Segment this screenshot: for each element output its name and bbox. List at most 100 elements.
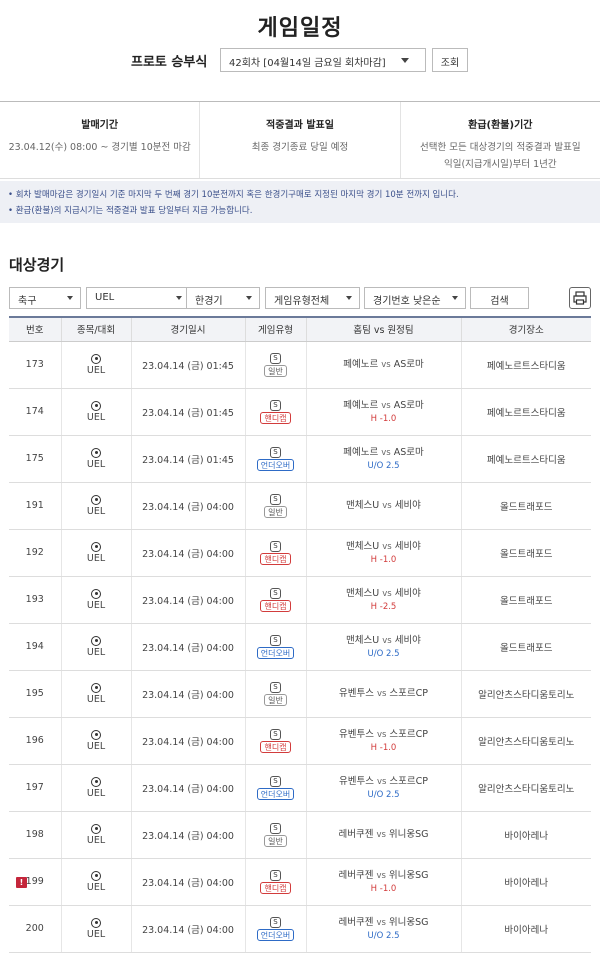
game-type-cell: S 일반 <box>245 482 307 530</box>
match-cell[interactable]: 맨체스U vs 세비야 H -2.5 <box>306 576 462 624</box>
sport-filter[interactable]: 축구 <box>9 287 81 309</box>
home-team: 맨체스U <box>346 587 380 599</box>
table-row[interactable]: 173 UEL 23.04.14 (금) 01:45 S 일반 페예노르 vs AS로마 페예노… <box>9 341 591 389</box>
sport-filter-value: 축구 <box>18 296 37 307</box>
game-type-cell: S 핸디캡 <box>245 529 307 577</box>
mode-filter[interactable]: 한경기 <box>186 287 260 309</box>
chevron-down-icon <box>176 296 182 300</box>
away-team: 스포르CP <box>389 775 429 787</box>
match-cell[interactable]: 맨체스U vs 세비야 <box>306 482 462 530</box>
info-result-date: 적중결과 발표일 최종 경기종료 당일 예정 <box>200 102 401 178</box>
date-cell: 23.04.14 (금) 04:00 <box>131 529 246 577</box>
table-row[interactable]: 196 UEL 23.04.14 (금) 04:00 S 핸디캡 유벤투스 vs 스포르CP H… <box>9 717 591 765</box>
soccer-ball-icon <box>91 494 101 505</box>
chevron-down-icon <box>67 296 73 300</box>
table-row[interactable]: ! 199 UEL 23.04.14 (금) 04:00 S 핸디캡 레버쿠젠 vs 위니옹SG… <box>9 858 591 906</box>
line-value: H -2.5 <box>370 601 397 612</box>
s-badge-icon: S <box>270 352 281 364</box>
match-cell[interactable]: 유벤투스 vs 스포르CP <box>306 670 462 718</box>
search-round-button[interactable]: 조회 <box>432 48 468 72</box>
date-cell: 23.04.14 (금) 04:00 <box>131 811 246 859</box>
game-number: 198 <box>25 829 44 840</box>
print-button[interactable] <box>569 287 591 309</box>
game-type-cell: S 일반 <box>245 811 307 859</box>
table-row[interactable]: 198 UEL 23.04.14 (금) 04:00 S 일반 레버쿠젠 vs 위니옹SG 바이… <box>9 811 591 859</box>
info-heading: 발매기간 <box>81 120 119 131</box>
game-number: 200 <box>25 923 44 934</box>
sort-filter[interactable]: 경기번호 낮은순 <box>364 287 466 309</box>
away-team: AS로마 <box>393 358 424 370</box>
vs-label: vs <box>381 400 391 411</box>
league-name: UEL <box>86 364 106 376</box>
chevron-down-icon <box>452 296 458 300</box>
game-type-badge: 일반 <box>264 364 287 377</box>
notice-line: • 회차 발매마감은 경기일시 기준 마지막 두 번째 경기 10분전까지 혹은… <box>8 190 459 200</box>
league-name: UEL <box>86 787 106 799</box>
away-team: 위니옹SG <box>388 869 429 881</box>
match-cell[interactable]: 유벤투스 vs 스포르CP U/O 2.5 <box>306 764 462 812</box>
vs-label: vs <box>376 829 386 840</box>
league-cell: UEL <box>61 435 132 483</box>
away-team: 스포르CP <box>389 687 429 699</box>
match-cell[interactable]: 페예노르 vs AS로마 <box>306 341 462 389</box>
soccer-ball-icon <box>91 776 101 787</box>
table-row[interactable]: 192 UEL 23.04.14 (금) 04:00 S 핸디캡 맨체스U vs 세비야 H -… <box>9 529 591 577</box>
venue-cell: 알리안츠스타디움토리노 <box>461 717 591 765</box>
match-cell[interactable]: 레버쿠젠 vs 위니옹SG H -1.0 <box>306 858 462 906</box>
venue-cell: 바이아레나 <box>461 858 591 906</box>
match-cell[interactable]: 페예노르 vs AS로마 U/O 2.5 <box>306 435 462 483</box>
game-number: 173 <box>25 359 44 370</box>
table-row[interactable]: 193 UEL 23.04.14 (금) 04:00 S 핸디캡 맨체스U vs 세비야 H -… <box>9 576 591 624</box>
home-team: 유벤투스 <box>338 775 374 787</box>
game-type-badge: 핸디캡 <box>260 881 291 894</box>
table-row[interactable]: 195 UEL 23.04.14 (금) 04:00 S 일반 유벤투스 vs 스포르CP 알리… <box>9 670 591 718</box>
vs-label: vs <box>376 776 387 787</box>
match-cell[interactable]: 유벤투스 vs 스포르CP H -1.0 <box>306 717 462 765</box>
vs-label: vs <box>382 588 392 599</box>
column-header: 종목/대회 <box>61 316 132 342</box>
game-type-cell: S 언더오버 <box>245 435 307 483</box>
league-name: UEL <box>86 881 106 893</box>
chevron-down-icon <box>401 58 409 63</box>
match-cell[interactable]: 맨체스U vs 세비야 H -1.0 <box>306 529 462 577</box>
venue-cell: 올드트래포드 <box>461 482 591 530</box>
round-label: 프로토 승부식 <box>131 55 208 70</box>
game-type-badge: 언더오버 <box>256 928 295 941</box>
chevron-down-icon <box>346 296 352 300</box>
info-heading: 적중결과 발표일 <box>266 120 334 131</box>
notice-line: • 환급(환불)의 지급시기는 적중결과 발표 당일부터 지급 가능합니다. <box>8 206 253 216</box>
match-cell[interactable]: 레버쿠젠 vs 위니옹SG <box>306 811 462 859</box>
away-team: 세비야 <box>394 634 421 646</box>
round-select[interactable]: 42회차 [04월14일 금요일 회차마감] <box>220 48 426 72</box>
match-cell[interactable]: 페예노르 vs AS로마 H -1.0 <box>306 388 462 436</box>
away-team: 위니옹SG <box>388 916 429 928</box>
home-team: 페예노르 <box>343 358 379 370</box>
s-badge-icon: S <box>270 493 281 505</box>
league-name: UEL <box>86 740 106 752</box>
game-number-cell: 174 <box>9 388 62 436</box>
vs-label: vs <box>376 870 386 881</box>
table-row[interactable]: 175 UEL 23.04.14 (금) 01:45 S 언더오버 페예노르 vs AS로마 U… <box>9 435 591 483</box>
table-row[interactable]: 191 UEL 23.04.14 (금) 04:00 S 일반 맨체스U vs 세비야 올드트래… <box>9 482 591 530</box>
search-button[interactable]: 검색 <box>470 287 529 309</box>
table-row[interactable]: 197 UEL 23.04.14 (금) 04:00 S 언더오버 유벤투스 vs 스포르CP… <box>9 764 591 812</box>
game-type-filter[interactable]: 게임유형전체 <box>265 287 360 309</box>
s-badge-icon: S <box>270 399 281 411</box>
venue-cell: 바이아레나 <box>461 811 591 859</box>
game-type-badge: 핸디캡 <box>260 552 291 565</box>
game-number-cell: 198 <box>9 811 62 859</box>
date-cell: 23.04.14 (금) 04:00 <box>131 905 246 953</box>
match-cell[interactable]: 맨체스U vs 세비야 U/O 2.5 <box>306 623 462 671</box>
s-badge-icon: S <box>270 540 281 552</box>
date-cell: 23.04.14 (금) 04:00 <box>131 670 246 718</box>
round-selector-bar: 프로토 승부식 42회차 [04월14일 금요일 회차마감] 조회 <box>0 48 600 72</box>
league-name: UEL <box>86 411 106 423</box>
game-number-cell: 196 <box>9 717 62 765</box>
table-row[interactable]: 194 UEL 23.04.14 (금) 04:00 S 언더오버 맨체스U vs 세비야 U/… <box>9 623 591 671</box>
game-type-badge: 일반 <box>264 505 287 518</box>
league-filter[interactable]: UEL <box>86 287 190 309</box>
date-cell: 23.04.14 (금) 04:00 <box>131 717 246 765</box>
match-cell[interactable]: 레버쿠젠 vs 위니옹SG U/O 2.5 <box>306 905 462 953</box>
table-row[interactable]: 200 UEL 23.04.14 (금) 04:00 S 언더오버 레버쿠젠 vs 위니옹SG… <box>9 905 591 953</box>
table-row[interactable]: 174 UEL 23.04.14 (금) 01:45 S 핸디캡 페예노르 vs AS로마 H … <box>9 388 591 436</box>
